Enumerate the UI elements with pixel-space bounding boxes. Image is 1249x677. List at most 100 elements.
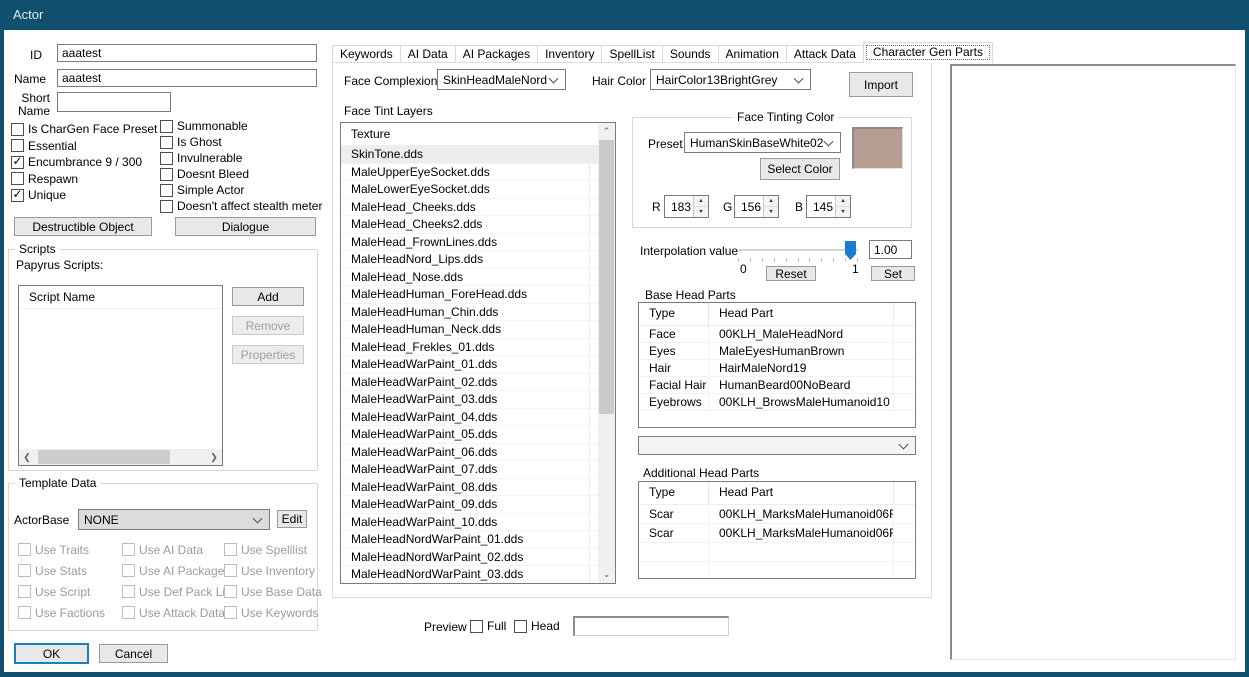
checkbox-is-chargen-face-preset[interactable]: Is CharGen Face Preset [11, 121, 157, 138]
texture-list-item[interactable]: MaleHeadWarPaint_05.dds [341, 426, 598, 444]
checkbox-icon[interactable] [160, 120, 173, 133]
checkbox-icon[interactable]: ✓ [11, 189, 24, 202]
interpolation-slider-track[interactable] [738, 249, 858, 251]
checkbox-icon[interactable]: ✓ [11, 156, 24, 169]
checkbox-use-keywords[interactable]: Use Keywords [224, 602, 312, 623]
texture-list-item[interactable]: MaleHead_Cheeks2.dds [341, 216, 598, 234]
script-properties-button[interactable]: Properties [232, 345, 304, 364]
additional-head-parts-table[interactable]: TypeHead PartScar00KLH_MarksMaleHumanoid… [638, 481, 916, 579]
checkbox-icon[interactable] [160, 136, 173, 149]
red-spinner[interactable]: 183 ▲▼ [664, 195, 709, 218]
texture-list-item[interactable]: MaleHeadWarPaint_08.dds [341, 479, 598, 497]
scroll-down-icon[interactable]: ⌄ [598, 566, 615, 583]
table-row[interactable] [639, 562, 915, 579]
checkbox-icon[interactable] [160, 168, 173, 181]
checkbox-summonable[interactable]: Summonable [160, 118, 322, 134]
tab-ai-data[interactable]: AI Data [400, 45, 456, 63]
checkbox-use-inventory[interactable]: Use Inventory [224, 560, 312, 581]
checkbox-use-def-pack-list[interactable]: Use Def Pack List [122, 581, 224, 602]
short-name-input[interactable] [57, 92, 171, 112]
texture-list-item[interactable]: MaleHeadWarPaint_10.dds [341, 514, 598, 532]
checkbox-doesnt-bleed[interactable]: Doesnt Bleed [160, 166, 322, 182]
red-value[interactable]: 183 [665, 196, 693, 217]
checkbox-is-ghost[interactable]: Is Ghost [160, 134, 322, 150]
spin-down-icon[interactable]: ▼ [694, 207, 708, 217]
texture-list-item[interactable]: SkinTone.dds [341, 146, 598, 164]
script-add-button[interactable]: Add [232, 287, 304, 306]
texture-list-item[interactable]: MaleHeadNord_Lips.dds [341, 251, 598, 269]
texture-list-item[interactable]: MaleHead_Nose.dds [341, 269, 598, 287]
spin-up-icon[interactable]: ▲ [764, 196, 778, 207]
scroll-up-icon[interactable]: ⌃ [598, 123, 615, 140]
texture-list-item[interactable]: MaleHeadWarPaint_02.dds [341, 374, 598, 392]
preview-full-checkbox[interactable]: Full [470, 618, 506, 634]
spin-down-icon[interactable]: ▼ [836, 207, 850, 217]
texture-list-item[interactable]: MaleHead_FrownLines.dds [341, 234, 598, 252]
scripts-horizontal-scrollbar[interactable]: ❮ ❯ [19, 449, 222, 465]
spin-up-icon[interactable]: ▲ [836, 196, 850, 207]
checkbox-use-script[interactable]: Use Script [18, 581, 122, 602]
ok-button[interactable]: OK [14, 643, 89, 664]
checkbox-use-attack-data[interactable]: Use Attack Data [122, 602, 224, 623]
checkbox-icon[interactable] [224, 564, 237, 577]
checkbox-icon[interactable] [18, 606, 31, 619]
checkbox-use-stats[interactable]: Use Stats [18, 560, 122, 581]
import-button[interactable]: Import [849, 72, 913, 97]
checkbox-icon[interactable] [122, 543, 135, 556]
checkbox-use-ai-data[interactable]: Use AI Data [122, 539, 224, 560]
papyrus-scripts-list[interactable]: Script Name ❮ ❯ [18, 285, 223, 466]
table-row[interactable]: Eyebrows00KLH_BrowsMaleHumanoid10 [639, 394, 915, 411]
tab-spelllist[interactable]: SpellList [601, 45, 662, 63]
checkbox-icon[interactable] [11, 139, 24, 152]
checkbox-icon[interactable] [11, 172, 24, 185]
checkbox-icon[interactable] [18, 543, 31, 556]
tab-ai-packages[interactable]: AI Packages [455, 45, 538, 63]
interpolation-value-input[interactable] [869, 240, 912, 259]
column-header-head-part[interactable]: Head Part [709, 303, 894, 325]
tab-keywords[interactable]: Keywords [332, 45, 401, 63]
checkbox-unique[interactable]: ✓Unique [11, 187, 157, 204]
checkbox-icon[interactable] [224, 606, 237, 619]
reset-button[interactable]: Reset [766, 266, 816, 281]
title-bar[interactable]: Actor [0, 0, 1249, 30]
checkbox-essential[interactable]: Essential [11, 138, 157, 155]
checkbox-use-traits[interactable]: Use Traits [18, 539, 122, 560]
column-header-head-part[interactable]: Head Part [709, 482, 894, 504]
scroll-left-icon[interactable]: ❮ [19, 449, 35, 465]
texture-list-item[interactable]: MaleHeadHuman_Neck.dds [341, 321, 598, 339]
texture-column-header[interactable]: Texture [341, 123, 615, 146]
tab-sounds[interactable]: Sounds [662, 45, 719, 63]
name-input[interactable] [57, 69, 317, 87]
checkbox-use-ai-packages[interactable]: Use AI Packages [122, 560, 224, 581]
blue-value[interactable]: 145 [807, 196, 835, 217]
texture-list-item[interactable]: MaleHeadWarPaint_07.dds [341, 461, 598, 479]
head-part-picker-combo[interactable] [638, 436, 916, 455]
tab-character-gen-parts[interactable]: Character Gen Parts [863, 42, 993, 63]
destructible-object-button[interactable]: Destructible Object [14, 217, 152, 236]
actor-preview-render-panel[interactable] [950, 64, 1236, 660]
green-value[interactable]: 156 [735, 196, 763, 217]
scroll-right-icon[interactable]: ❯ [206, 449, 222, 465]
table-row[interactable]: EyesMaleEyesHumanBrown [639, 343, 915, 360]
checkbox-icon[interactable] [160, 184, 173, 197]
checkbox-icon[interactable] [160, 152, 173, 165]
texture-list-item[interactable]: MaleLowerEyeSocket.dds [341, 181, 598, 199]
blue-spinner[interactable]: 145 ▲▼ [806, 195, 851, 218]
set-button[interactable]: Set [871, 266, 915, 281]
face-tint-vertical-scrollbar[interactable]: ⌃ ⌄ [598, 123, 615, 583]
table-row[interactable]: HairHairMaleNord19 [639, 360, 915, 377]
checkbox-simple-actor[interactable]: Simple Actor [160, 182, 322, 198]
table-row[interactable]: Scar00KLH_MarksMaleHumanoid06Rig... [639, 505, 915, 524]
texture-list-item[interactable]: MaleHeadNordWarPaint_01.dds [341, 531, 598, 549]
texture-list-item[interactable]: MaleUpperEyeSocket.dds [341, 164, 598, 182]
checkbox-use-factions[interactable]: Use Factions [18, 602, 122, 623]
texture-list-item[interactable]: MaleHead_Cheeks.dds [341, 199, 598, 217]
texture-list-item[interactable]: MaleHeadWarPaint_03.dds [341, 391, 598, 409]
checkbox-icon[interactable] [18, 564, 31, 577]
table-row[interactable]: Face00KLH_MaleHeadNord [639, 326, 915, 343]
cancel-button[interactable]: Cancel [99, 644, 168, 663]
texture-list-item[interactable]: MaleHeadWarPaint_06.dds [341, 444, 598, 462]
checkbox-icon[interactable] [470, 620, 483, 633]
checkbox-use-spelllist[interactable]: Use Spelllist [224, 539, 312, 560]
table-header-row[interactable]: TypeHead Part [639, 303, 915, 326]
